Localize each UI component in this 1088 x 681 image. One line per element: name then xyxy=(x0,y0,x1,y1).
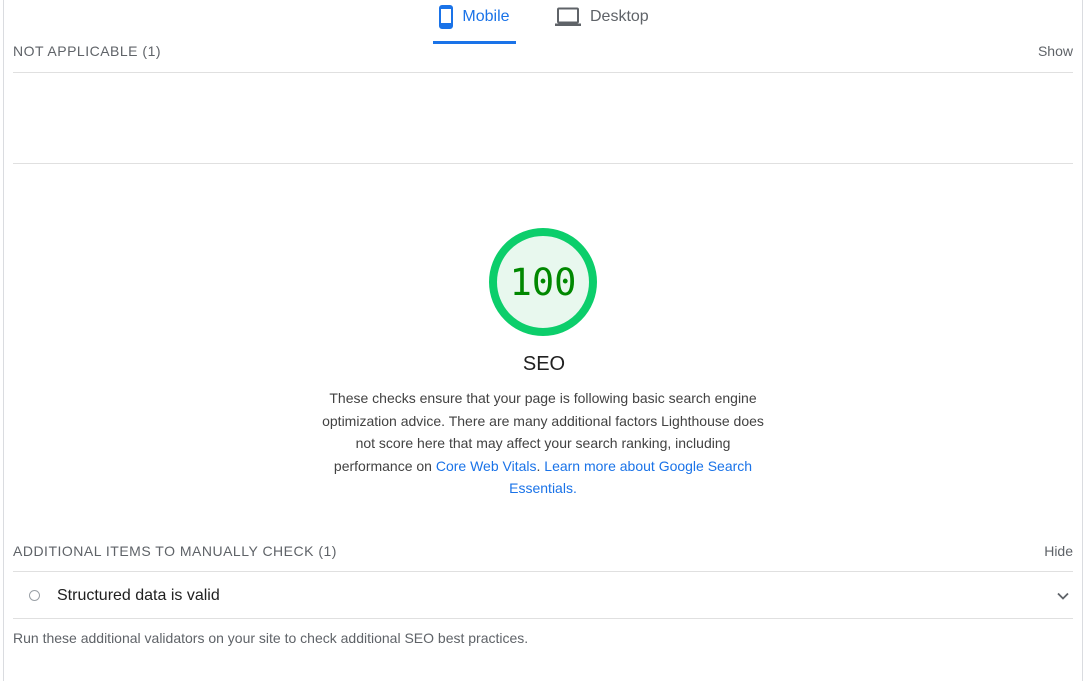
left-border xyxy=(3,0,4,681)
manual-audit-circle-icon xyxy=(29,590,40,601)
not-applicable-title: NOT APPLICABLE (1) xyxy=(13,43,162,59)
manual-check-header: ADDITIONAL ITEMS TO MANUALLY CHECK (1) H… xyxy=(13,542,1073,560)
not-applicable-header: NOT APPLICABLE (1) Show xyxy=(13,42,1073,60)
audit-title: Structured data is valid xyxy=(57,586,220,604)
score-gauge: 100 xyxy=(488,227,598,337)
show-toggle[interactable]: Show xyxy=(1038,43,1073,59)
tab-mobile-label: Mobile xyxy=(462,7,510,25)
divider xyxy=(13,72,1073,73)
link-period[interactable]: . xyxy=(573,480,577,496)
audit-structured-data[interactable]: Structured data is valid xyxy=(13,573,1073,618)
manual-check-title: ADDITIONAL ITEMS TO MANUALLY CHECK (1) xyxy=(13,543,337,559)
tab-desktop-label: Desktop xyxy=(590,7,649,25)
smartphone-icon xyxy=(439,4,454,40)
score-value: 100 xyxy=(509,260,577,304)
tab-desktop[interactable]: Desktop xyxy=(555,0,649,44)
tab-mobile[interactable]: Mobile xyxy=(433,0,516,44)
core-web-vitals-link[interactable]: Core Web Vitals xyxy=(436,458,537,474)
divider xyxy=(13,618,1073,619)
right-border xyxy=(1082,0,1083,681)
divider xyxy=(13,163,1073,164)
hide-toggle[interactable]: Hide xyxy=(1044,543,1073,559)
chevron-down-icon[interactable] xyxy=(1056,591,1070,601)
divider xyxy=(13,571,1073,572)
laptop-icon xyxy=(555,7,581,38)
category-title: SEO xyxy=(522,353,566,375)
category-description: These checks ensure that your page is fo… xyxy=(322,390,764,497)
search-essentials-link[interactable]: Learn more about Google Search Essential… xyxy=(509,458,752,497)
manual-check-footnote: Run these additional validators on your … xyxy=(13,630,529,646)
device-tabs: Mobile Desktop xyxy=(0,0,1088,44)
